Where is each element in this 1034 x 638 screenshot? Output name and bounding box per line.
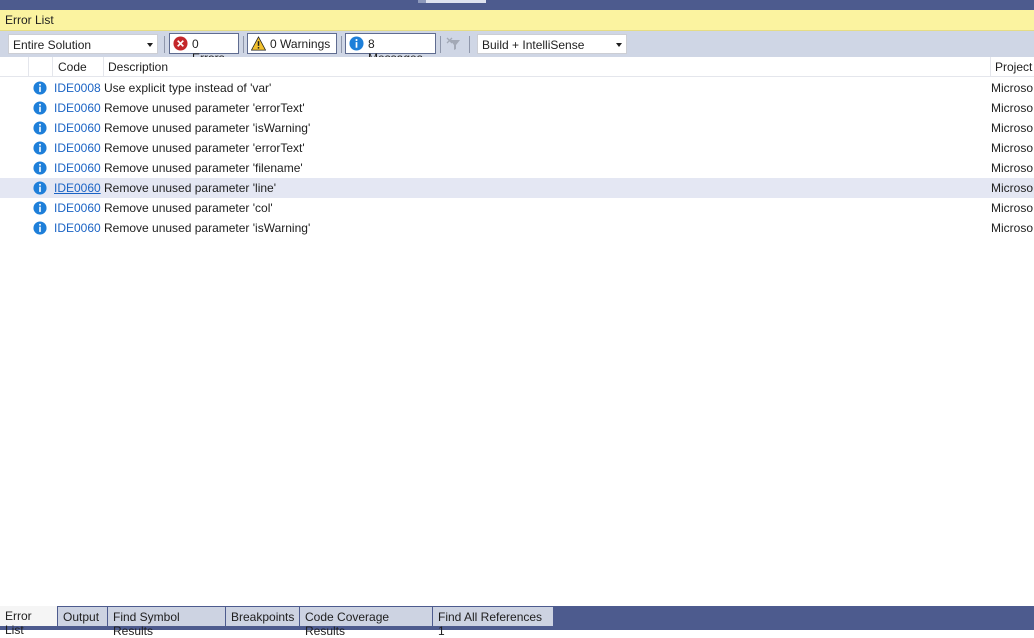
chevron-down-icon [616, 43, 622, 47]
tool-window-tab-strip: Error List Output Find Symbol Results Br… [0, 606, 1034, 638]
document-tab-hint [418, 0, 486, 3]
tab-code-coverage-results[interactable]: Code Coverage Results [300, 607, 433, 638]
diagnostic-code-link[interactable]: IDE0060 [54, 141, 101, 155]
tab-error-list[interactable]: Error List [0, 606, 58, 637]
errors-filter-button[interactable]: 0 Errors [169, 33, 239, 65]
toolbar-separator [469, 36, 470, 53]
info-circle-icon [33, 221, 47, 235]
diagnostic-description: Remove unused parameter 'line' [104, 181, 277, 195]
column-divider[interactable] [28, 57, 29, 76]
diagnostic-code-link[interactable]: IDE0060 [54, 201, 101, 215]
scope-value: Entire Solution [13, 38, 92, 52]
diagnostic-project: Microso [991, 81, 1034, 95]
table-row[interactable]: IDE0060 Remove unused parameter 'errorTe… [0, 98, 1034, 118]
tool-window-title-bar[interactable]: Error List [0, 10, 1034, 31]
tab-find-all-references[interactable]: Find All References 1 [433, 607, 554, 638]
diagnostic-project: Microso [991, 121, 1034, 135]
error-list-rows: IDE0008 Use explicit type instead of 'va… [0, 78, 1034, 238]
diagnostic-code-link[interactable]: IDE0060 [54, 221, 101, 235]
diagnostic-description: Remove unused parameter 'errorText' [104, 101, 305, 115]
info-circle-icon [33, 181, 47, 195]
table-row[interactable]: IDE0060 Remove unused parameter 'errorTe… [0, 138, 1034, 158]
diagnostic-project: Microso [991, 201, 1034, 215]
diagnostic-project: Microso [991, 181, 1034, 195]
diagnostic-code-link[interactable]: IDE0008 [54, 81, 101, 95]
warning-triangle-icon [251, 36, 266, 51]
filter-clear-icon[interactable] [446, 37, 462, 51]
table-row[interactable]: IDE0060 Remove unused parameter 'filenam… [0, 158, 1034, 178]
table-row[interactable]: IDE0060 Remove unused parameter 'col' Mi… [0, 198, 1034, 218]
error-circle-icon [173, 36, 188, 51]
tab-output[interactable]: Output [58, 607, 108, 626]
diagnostic-project: Microso [991, 221, 1034, 235]
tab-find-symbol-results[interactable]: Find Symbol Results [108, 607, 226, 638]
table-row[interactable]: IDE0060 Remove unused parameter 'isWarni… [0, 218, 1034, 238]
info-circle-icon [33, 81, 47, 95]
warnings-filter-button[interactable]: 0 Warnings [247, 33, 337, 54]
diagnostic-project: Microso [991, 141, 1034, 155]
tab-breakpoints[interactable]: Breakpoints [226, 607, 300, 626]
diagnostic-code-link[interactable]: IDE0060 [54, 121, 101, 135]
info-circle-icon [33, 121, 47, 135]
diagnostic-code-link[interactable]: IDE0060 [54, 101, 101, 115]
info-circle-icon [33, 201, 47, 215]
info-circle-icon [349, 36, 364, 51]
diagnostic-project: Microso [991, 161, 1034, 175]
column-divider[interactable] [103, 57, 104, 76]
diagnostic-description: Remove unused parameter 'col' [104, 201, 273, 215]
column-header-project[interactable]: Project [995, 60, 1032, 74]
toolbar-separator [440, 36, 441, 53]
column-header-code[interactable]: Code [58, 60, 87, 74]
document-tab-marker [418, 0, 426, 3]
info-circle-icon [33, 101, 47, 115]
diagnostic-description: Remove unused parameter 'isWarning' [104, 121, 311, 135]
diagnostic-description: Remove unused parameter 'errorText' [104, 141, 305, 155]
column-header-description[interactable]: Description [108, 60, 168, 74]
toolbar-separator [243, 36, 244, 53]
top-frame-strip [0, 0, 1034, 10]
diagnostic-code-link[interactable]: IDE0060 [54, 181, 101, 195]
scope-dropdown[interactable]: Entire Solution [8, 34, 158, 54]
window-title: Error List [5, 13, 54, 27]
toolbar-separator [341, 36, 342, 53]
error-list-toolbar: Entire Solution 0 Errors 0 Warnings 8 Me… [0, 31, 1034, 65]
diagnostic-description: Remove unused parameter 'filename' [104, 161, 303, 175]
table-row-selected[interactable]: IDE0060 Remove unused parameter 'line' M… [0, 178, 1034, 198]
info-circle-icon [33, 161, 47, 175]
build-source-value: Build + IntelliSense [482, 38, 585, 52]
warnings-count: 0 Warnings [270, 37, 331, 51]
diagnostic-description: Remove unused parameter 'isWarning' [104, 221, 311, 235]
info-circle-icon [33, 141, 47, 155]
column-header-row: Code Description Project [0, 57, 1034, 77]
toolbar-separator [164, 36, 165, 53]
column-divider[interactable] [52, 57, 53, 76]
table-row[interactable]: IDE0008 Use explicit type instead of 'va… [0, 78, 1034, 98]
messages-filter-button[interactable]: 8 Messages [345, 33, 436, 65]
diagnostic-description: Use explicit type instead of 'var' [104, 81, 272, 95]
build-source-dropdown[interactable]: Build + IntelliSense [477, 34, 627, 54]
chevron-down-icon [147, 43, 153, 47]
table-row[interactable]: IDE0060 Remove unused parameter 'isWarni… [0, 118, 1034, 138]
column-divider[interactable] [990, 57, 991, 76]
diagnostic-code-link[interactable]: IDE0060 [54, 161, 101, 175]
diagnostic-project: Microso [991, 101, 1034, 115]
